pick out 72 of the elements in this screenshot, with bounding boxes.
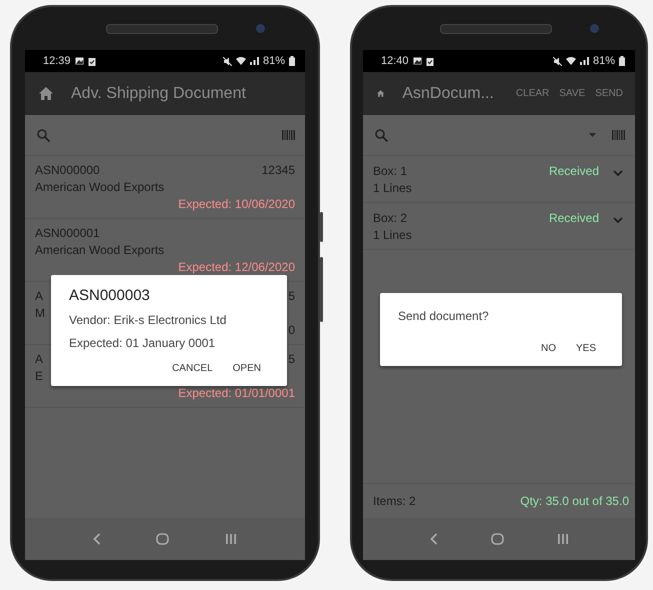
camera-lens [590,24,598,33]
home-icon[interactable] [377,87,384,100]
document-number: 12345 [262,162,295,179]
expected-date: Expected: 01/01/0001 [178,385,295,402]
dialog-button[interactable]: YES [568,339,604,358]
document-number: 5 [288,351,295,368]
dialog-button[interactable]: NO [532,339,564,358]
clipboard-icon [88,56,96,66]
document-id: A [35,351,44,368]
dialog-text: Send document? [398,309,490,323]
app-title: AsnDocum... [402,84,494,102]
barcode-icon[interactable] [612,130,625,140]
battery-percent: 81% [262,55,285,67]
status-time: 12:39 [43,55,71,67]
battery-icon [289,56,295,66]
image-icon [412,57,422,65]
toolbar-action[interactable]: SAVE [555,85,590,102]
dialog-button[interactable]: OPEN [224,359,269,378]
image-icon [74,57,84,65]
home-button-icon[interactable] [156,533,170,545]
list-item[interactable]: Box: 2 1 Lines Received [363,203,635,250]
toolbar-action[interactable]: SEND [591,85,627,102]
status-time: 12:40 [381,55,409,67]
wifi-icon [236,57,246,65]
recent-apps-icon[interactable] [556,533,568,545]
barcode-icon[interactable] [282,130,295,140]
search-icon [375,128,388,142]
app-title: Adv. Shipping Document [71,84,246,102]
back-icon[interactable] [92,533,101,545]
document-number: 5 [288,288,295,305]
dialog-text: Expected: 01 January 0001 [69,336,216,350]
toolbar-action[interactable]: CLEAR [512,85,554,102]
document-id: ASN000001 [35,225,100,242]
mute-icon [222,56,232,66]
wifi-icon [566,57,576,65]
items-count: Items: 2 [373,494,416,508]
home-button-icon[interactable] [490,533,504,545]
chevron-down-icon[interactable] [613,217,623,223]
dialog-title: ASN000003 [69,287,151,304]
search-icon [37,128,50,142]
vendor-name: E [35,368,44,385]
battery-percent: 81% [592,55,615,67]
list-item[interactable]: ASN000000 12345 American Wood Exports Expected: 10/06/2020 [25,156,305,219]
dialog-button[interactable]: CANCEL [164,359,221,378]
vendor-name: American Wood Exports [35,179,164,196]
chevron-down-icon[interactable] [613,170,623,176]
dialog-text: Vendor: Erik-s Electronics Ltd [69,313,228,327]
battery-icon [619,56,625,66]
mute-icon [552,56,562,66]
line-count: 1 Lines [373,227,413,244]
quantity-total: Qty: 35.0 out of 35.0 [520,494,629,508]
vendor-name: M [35,305,45,322]
dropdown-caret-icon[interactable] [589,133,596,137]
expected-date: Expected: 10/06/2020 [178,196,295,213]
clipboard-icon [426,56,434,66]
signal-icon [580,57,589,65]
document-id: A [35,288,44,305]
list-item[interactable]: Box: 1 1 Lines Received [363,156,635,203]
status-label: Received [548,163,599,178]
status-label: Received [548,210,599,225]
recent-apps-icon[interactable] [225,533,238,545]
expected-date: Expected: 12/06/2020 [178,259,295,276]
document-id: ASN000000 [35,162,100,179]
signal-icon [250,57,259,65]
box-title: Box: 1 [373,163,408,180]
vendor-name: American Wood Exports [35,242,164,259]
camera-lens [256,24,264,33]
expected-date: 0 [288,322,295,339]
back-icon[interactable] [430,533,438,545]
home-icon[interactable] [39,87,53,100]
line-count: 1 Lines [373,180,413,197]
box-title: Box: 2 [373,210,408,227]
